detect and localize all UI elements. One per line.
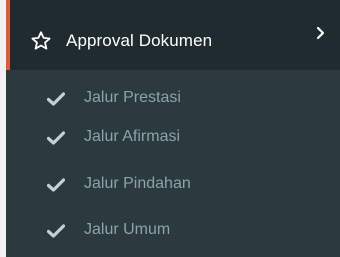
sidebar-menu: Approval Dokumen Jalur Prestasi Jalur Af… (6, 0, 340, 257)
approval-dokumen-menu[interactable]: Approval Dokumen (6, 0, 340, 70)
check-icon (46, 224, 66, 238)
submenu-item-label: Jalur Umum (84, 221, 171, 238)
submenu-item-label: Jalur Prestasi (84, 89, 181, 106)
check-icon (46, 178, 66, 192)
star-icon (30, 30, 52, 52)
check-icon (46, 92, 66, 106)
chevron-right-icon[interactable] (314, 25, 328, 41)
submenu-item-label: Jalur Afirmasi (84, 128, 181, 145)
submenu-item-label: Jalur Pindahan (84, 175, 191, 192)
submenu-item-jalur-umum[interactable]: Jalur Umum (6, 208, 340, 252)
submenu-item-jalur-prestasi[interactable]: Jalur Prestasi (6, 76, 340, 120)
menu-title: Approval Dokumen (66, 31, 213, 50)
submenu-item-jalur-afirmasi[interactable]: Jalur Afirmasi (6, 115, 340, 159)
check-icon (46, 131, 66, 145)
submenu-item-jalur-pindahan[interactable]: Jalur Pindahan (6, 162, 340, 206)
